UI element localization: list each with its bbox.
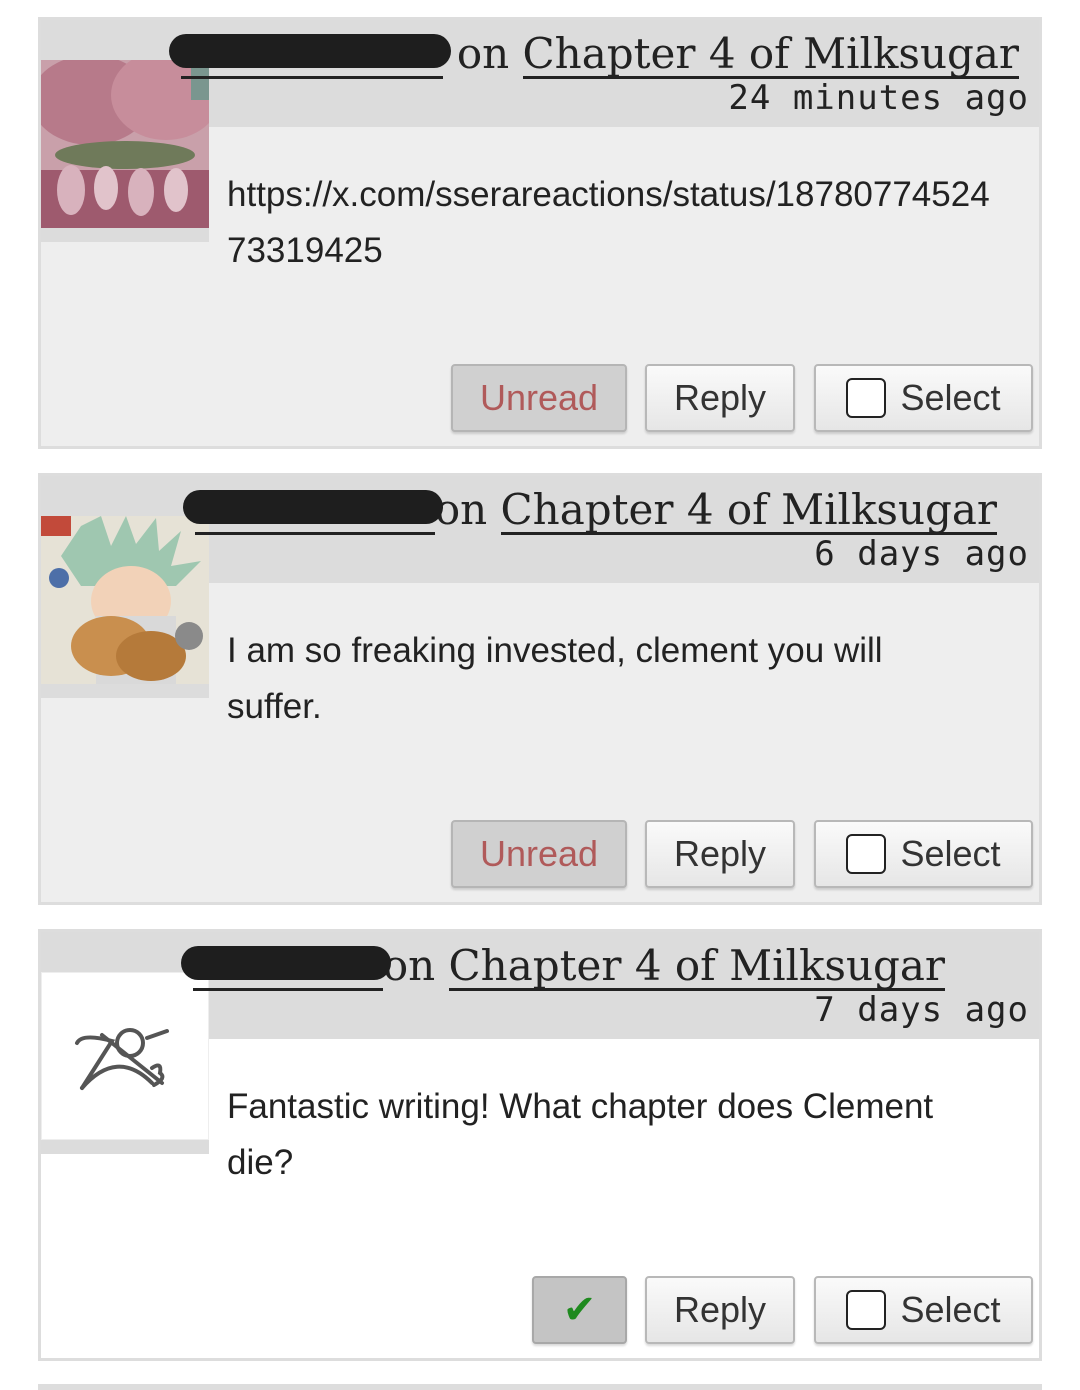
comment-card: redacted_user_1 on Chapter 4 of Milksuga… xyxy=(38,17,1042,449)
comment-card: redacted_user_3 on Chapter 4 of Milksuga… xyxy=(38,929,1042,1361)
avatar-divider xyxy=(41,228,209,242)
comment-heading: redacted_user_3 on Chapter 4 of Milksuga… xyxy=(180,938,945,994)
avatar-divider xyxy=(41,1140,209,1154)
comment-time: 24 minutes ago xyxy=(728,78,1029,118)
checkbox-icon[interactable] xyxy=(846,834,887,874)
select-button[interactable]: Select xyxy=(814,820,1033,888)
select-label: Select xyxy=(900,1289,1001,1330)
pink-flower-avatar-icon xyxy=(41,60,209,228)
avatar-column xyxy=(41,476,209,902)
reply-button[interactable]: Reply xyxy=(645,820,795,888)
unread-button[interactable]: Unread xyxy=(451,820,627,888)
avatar[interactable] xyxy=(41,972,209,1140)
reply-button[interactable]: Reply xyxy=(645,364,795,432)
redaction-mark xyxy=(169,34,452,68)
inbox-page: redacted_user_1 on Chapter 4 of Milksuga… xyxy=(0,0,1080,1390)
avatar[interactable] xyxy=(41,516,209,684)
unread-button[interactable]: Unread xyxy=(451,364,627,432)
username-link[interactable]: redacted_user_2 xyxy=(182,488,443,535)
checkmark-icon: ✔ xyxy=(562,1288,597,1332)
avatar-column xyxy=(41,932,209,1358)
select-label: Select xyxy=(900,377,1001,418)
chapter-link[interactable]: Chapter 4 of Milksugar xyxy=(522,32,1019,79)
default-anonymous-avatar-icon xyxy=(42,973,208,1139)
select-button[interactable]: Select xyxy=(814,364,1033,432)
redaction-mark xyxy=(182,490,443,524)
next-comment-edge xyxy=(38,1384,1042,1390)
avatar-column xyxy=(41,20,209,446)
select-button[interactable]: Select xyxy=(814,1276,1033,1344)
chapter-link[interactable]: Chapter 4 of Milksugar xyxy=(500,488,997,535)
avatar[interactable] xyxy=(41,60,209,228)
comment-time: 6 days ago xyxy=(814,534,1029,574)
select-label: Select xyxy=(900,833,1001,874)
anime-character-avatar-icon xyxy=(41,516,209,684)
comment-heading: redacted_user_2 on Chapter 4 of Milksuga… xyxy=(182,482,997,538)
reply-button[interactable]: Reply xyxy=(645,1276,795,1344)
redaction-mark xyxy=(180,946,391,980)
comment-card: redacted_user_2 on Chapter 4 of Milksuga… xyxy=(38,473,1042,905)
checkbox-icon[interactable] xyxy=(846,1290,887,1330)
comment-body: https://x.com/sserareactions/status/1878… xyxy=(227,175,990,270)
username-link[interactable]: redacted_user_3 xyxy=(180,944,391,991)
comment-heading: redacted_user_1 on Chapter 4 of Milksuga… xyxy=(169,26,1019,82)
mark-read-button[interactable]: ✔ xyxy=(532,1276,627,1344)
username-link[interactable]: redacted_user_1 xyxy=(169,32,452,79)
checkbox-icon[interactable] xyxy=(846,378,887,418)
comment-body: Fantastic writing! What chapter does Cle… xyxy=(227,1087,934,1182)
comment-body: I am so freaking invested, clement you w… xyxy=(227,631,883,726)
avatar-divider xyxy=(41,684,209,698)
comment-time: 7 days ago xyxy=(814,990,1029,1030)
